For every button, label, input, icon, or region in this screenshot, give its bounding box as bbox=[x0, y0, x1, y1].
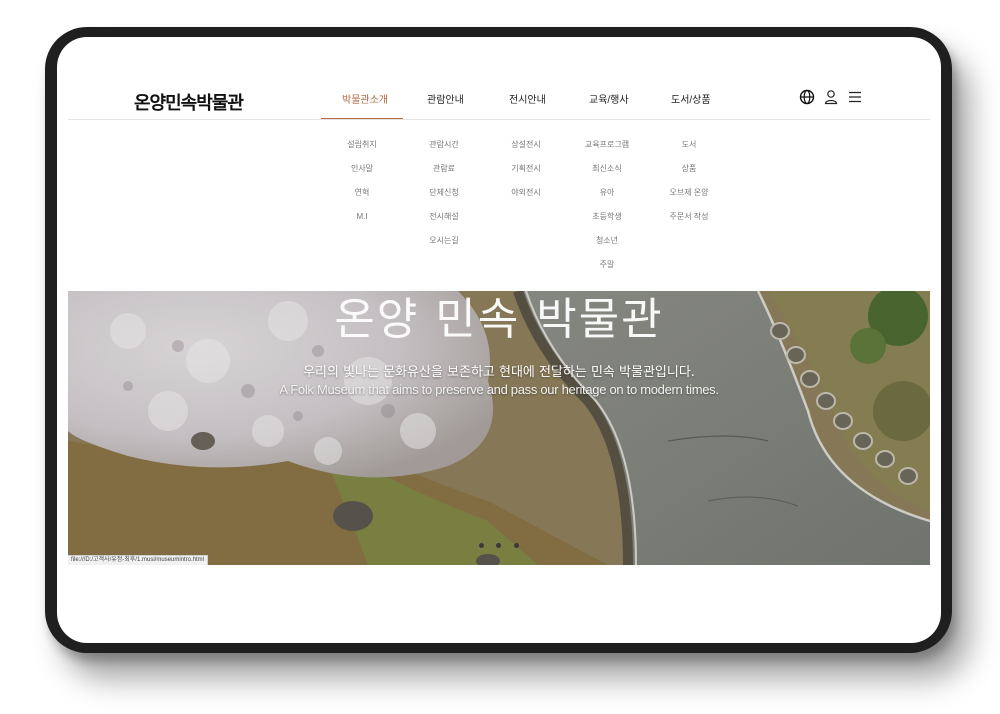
submenu-item[interactable]: 설립취지 bbox=[322, 141, 402, 165]
hero-subtitle-korean: 우리의 빛나는 문화유산을 보존하고 현대에 전달하는 민속 박물관입니다. bbox=[303, 365, 695, 380]
submenu-exhibitions: 상설전시 기획전시 야외전시 bbox=[486, 141, 566, 213]
submenu-item[interactable]: 교육프로그램 bbox=[567, 141, 647, 165]
hero-title: 온양 민속 박물관 bbox=[334, 294, 664, 345]
slider-dot[interactable] bbox=[514, 543, 519, 548]
submenu-visit-info: 관람시간 관람료 단체신청 전시해설 오시는길 bbox=[404, 141, 484, 261]
slider-dot[interactable] bbox=[479, 543, 484, 548]
submenu-books-goods: 도서 상품 오브제 온양 주문서 작성 bbox=[649, 141, 729, 237]
submenu-item[interactable]: 단체신청 bbox=[404, 189, 484, 213]
slider-dot[interactable] bbox=[496, 543, 501, 548]
submenu-item[interactable]: 오브제 온양 bbox=[649, 189, 729, 213]
globe-icon[interactable] bbox=[799, 89, 815, 105]
submenu-item[interactable]: 도서 bbox=[649, 141, 729, 165]
submenu-item[interactable]: 상설전시 bbox=[486, 141, 566, 165]
submenu-item[interactable]: 오시는길 bbox=[404, 237, 484, 261]
submenu-item[interactable]: M.I bbox=[322, 213, 402, 237]
menu-icon[interactable] bbox=[847, 89, 863, 105]
submenu-item[interactable]: 관람시간 bbox=[404, 141, 484, 165]
submenu-item[interactable]: 연혁 bbox=[322, 189, 402, 213]
submenu-item[interactable]: 주말 bbox=[567, 261, 647, 285]
site-logo[interactable]: 온양민속박물관 bbox=[134, 89, 244, 115]
submenu-item[interactable]: 최신소식 bbox=[567, 165, 647, 189]
submenu-item[interactable]: 인사말 bbox=[322, 165, 402, 189]
submenu-museum-intro: 설립취지 인사말 연혁 M.I bbox=[322, 141, 402, 237]
submenu-item[interactable]: 유아 bbox=[567, 189, 647, 213]
nav-item-exhibitions[interactable]: 전시안내 bbox=[509, 91, 546, 106]
nav-item-museum-intro[interactable]: 박물관소개 bbox=[342, 91, 388, 106]
submenu-item[interactable]: 초등학생 bbox=[567, 213, 647, 237]
submenu-education-events: 교육프로그램 최신소식 유아 초등학생 청소년 주말 bbox=[567, 141, 647, 285]
submenu-item[interactable]: 기획전시 bbox=[486, 165, 566, 189]
hero-subtitle-english: A Folk Museum that aims to preserve and … bbox=[279, 382, 719, 397]
status-bar-url: file:///D:/고객사/유정-최후/1.musi/museumintro.… bbox=[68, 555, 208, 565]
user-icon[interactable] bbox=[823, 89, 839, 105]
browser-screen: 온양민속박물관 박물관소개 관람안내 전시안내 교육/행사 도서/상품 설립취지… bbox=[57, 37, 941, 643]
nav-item-visit-info[interactable]: 관람안내 bbox=[427, 91, 464, 106]
submenu-item[interactable]: 주문서 작성 bbox=[649, 213, 729, 237]
submenu-item[interactable]: 청소년 bbox=[567, 237, 647, 261]
header-divider bbox=[68, 119, 930, 120]
nav-item-books-goods[interactable]: 도서/상품 bbox=[671, 91, 711, 106]
submenu-item[interactable]: 관람료 bbox=[404, 165, 484, 189]
submenu-item[interactable]: 야외전시 bbox=[486, 189, 566, 213]
submenu-item[interactable]: 상품 bbox=[649, 165, 729, 189]
nav-item-education-events[interactable]: 교육/행사 bbox=[589, 91, 629, 106]
submenu-item[interactable]: 전시해설 bbox=[404, 213, 484, 237]
hero-banner[interactable]: 온양 민속 박물관 우리의 빛나는 문화유산을 보존하고 현대에 전달하는 민속… bbox=[68, 291, 930, 565]
